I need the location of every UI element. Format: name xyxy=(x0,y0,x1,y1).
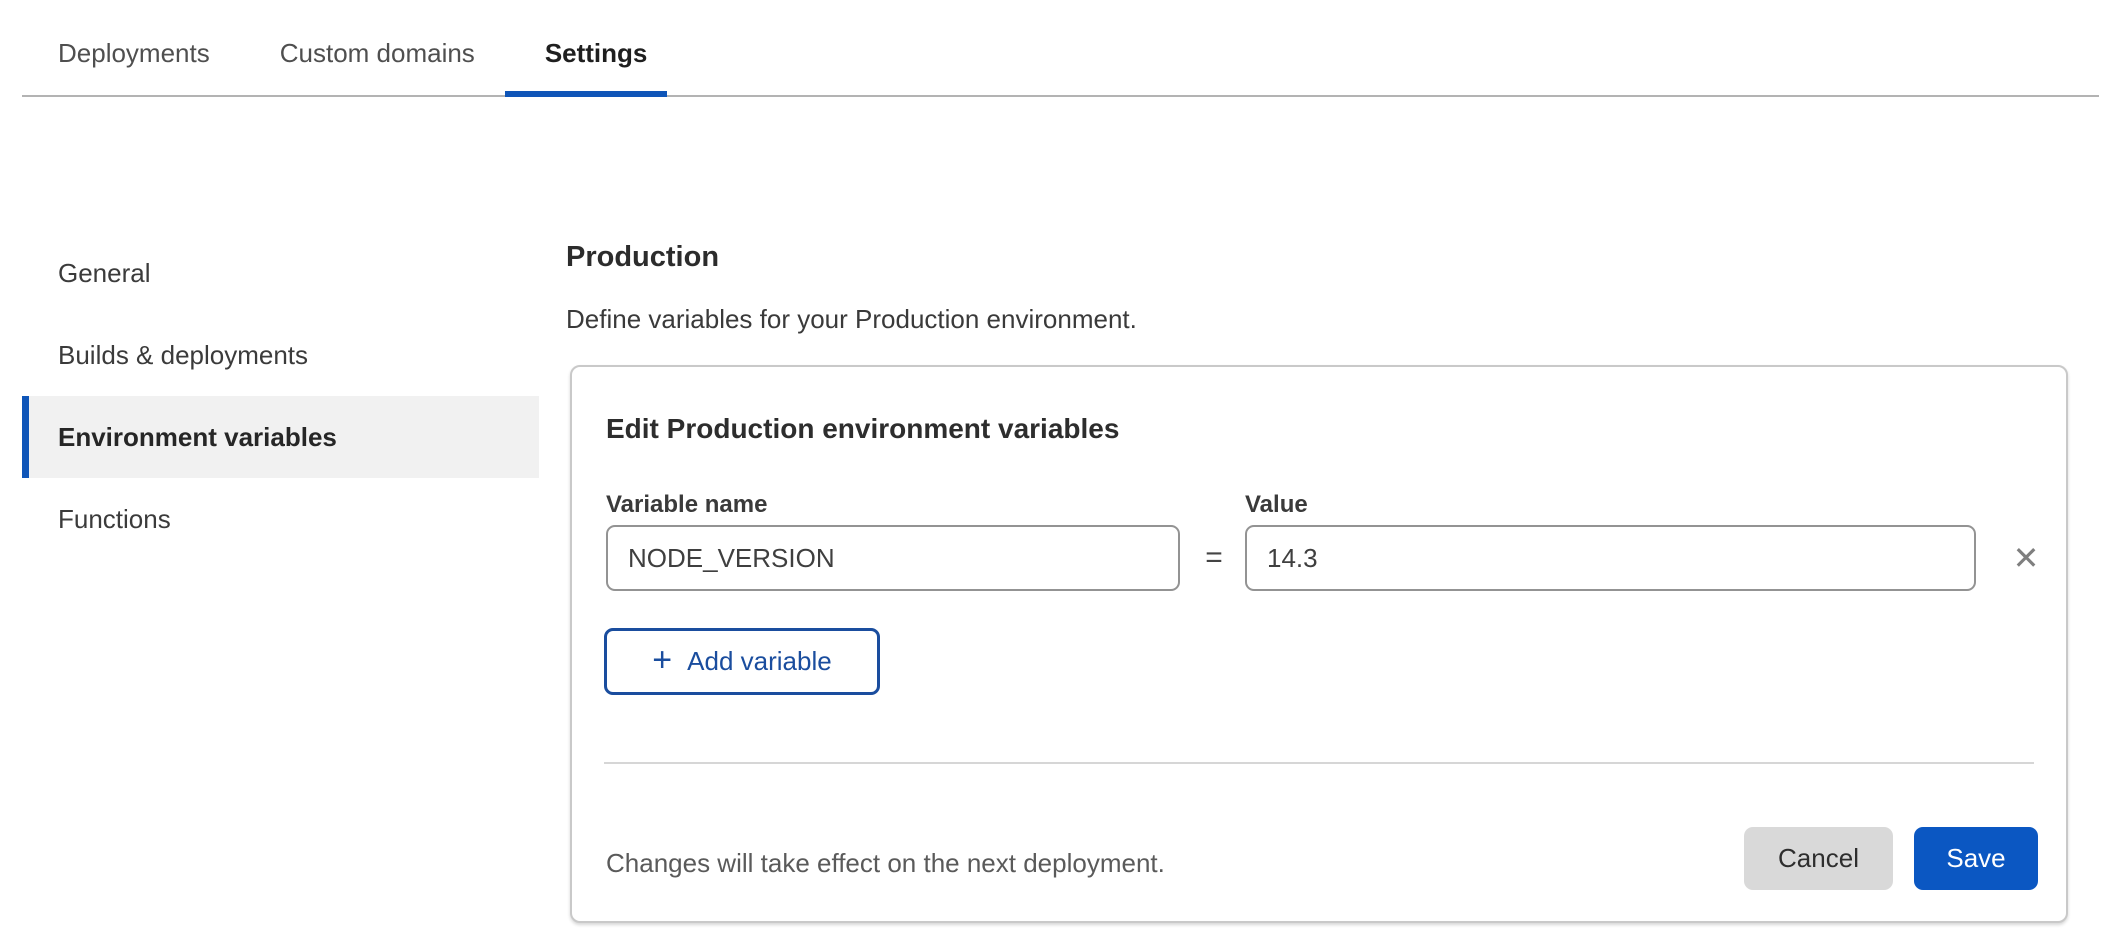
tab-settings[interactable]: Settings xyxy=(545,12,648,95)
env-vars-card: Edit Production environment variables Va… xyxy=(570,365,2068,923)
remove-variable-button[interactable]: ✕ xyxy=(2000,525,2052,591)
sidebar-item-environment-variables[interactable]: Environment variables xyxy=(22,396,539,478)
tab-deployments[interactable]: Deployments xyxy=(58,12,210,95)
variable-name-label: Variable name xyxy=(606,491,767,519)
add-variable-button[interactable]: + Add variable xyxy=(604,628,880,695)
cancel-button[interactable]: Cancel xyxy=(1744,827,1893,890)
sidebar-item-functions[interactable]: Functions xyxy=(22,478,539,560)
tab-custom-domains[interactable]: Custom domains xyxy=(280,12,475,95)
main-content: Production Define variables for your Pro… xyxy=(566,240,2100,923)
card-title: Edit Production environment variables xyxy=(606,413,1119,445)
sidebar-item-general[interactable]: General xyxy=(22,232,539,314)
footer-note: Changes will take effect on the next dep… xyxy=(606,848,1165,879)
tab-bar: Deployments Custom domains Settings xyxy=(22,0,2099,97)
sidebar-item-builds-deployments[interactable]: Builds & deployments xyxy=(22,314,539,396)
settings-sidebar: General Builds & deployments Environment… xyxy=(22,232,539,560)
value-label: Value xyxy=(1245,491,1308,519)
variable-value-input[interactable] xyxy=(1245,525,1976,591)
page-title: Production xyxy=(566,240,2100,274)
add-variable-label: Add variable xyxy=(687,646,832,677)
card-divider xyxy=(604,762,2034,764)
section-description: Define variables for your Production env… xyxy=(566,304,2100,334)
close-icon: ✕ xyxy=(2013,539,2040,577)
variable-name-input[interactable] xyxy=(606,525,1180,591)
equals-sign: = xyxy=(1199,525,1229,591)
plus-icon: + xyxy=(652,643,672,677)
save-button[interactable]: Save xyxy=(1914,827,2038,890)
